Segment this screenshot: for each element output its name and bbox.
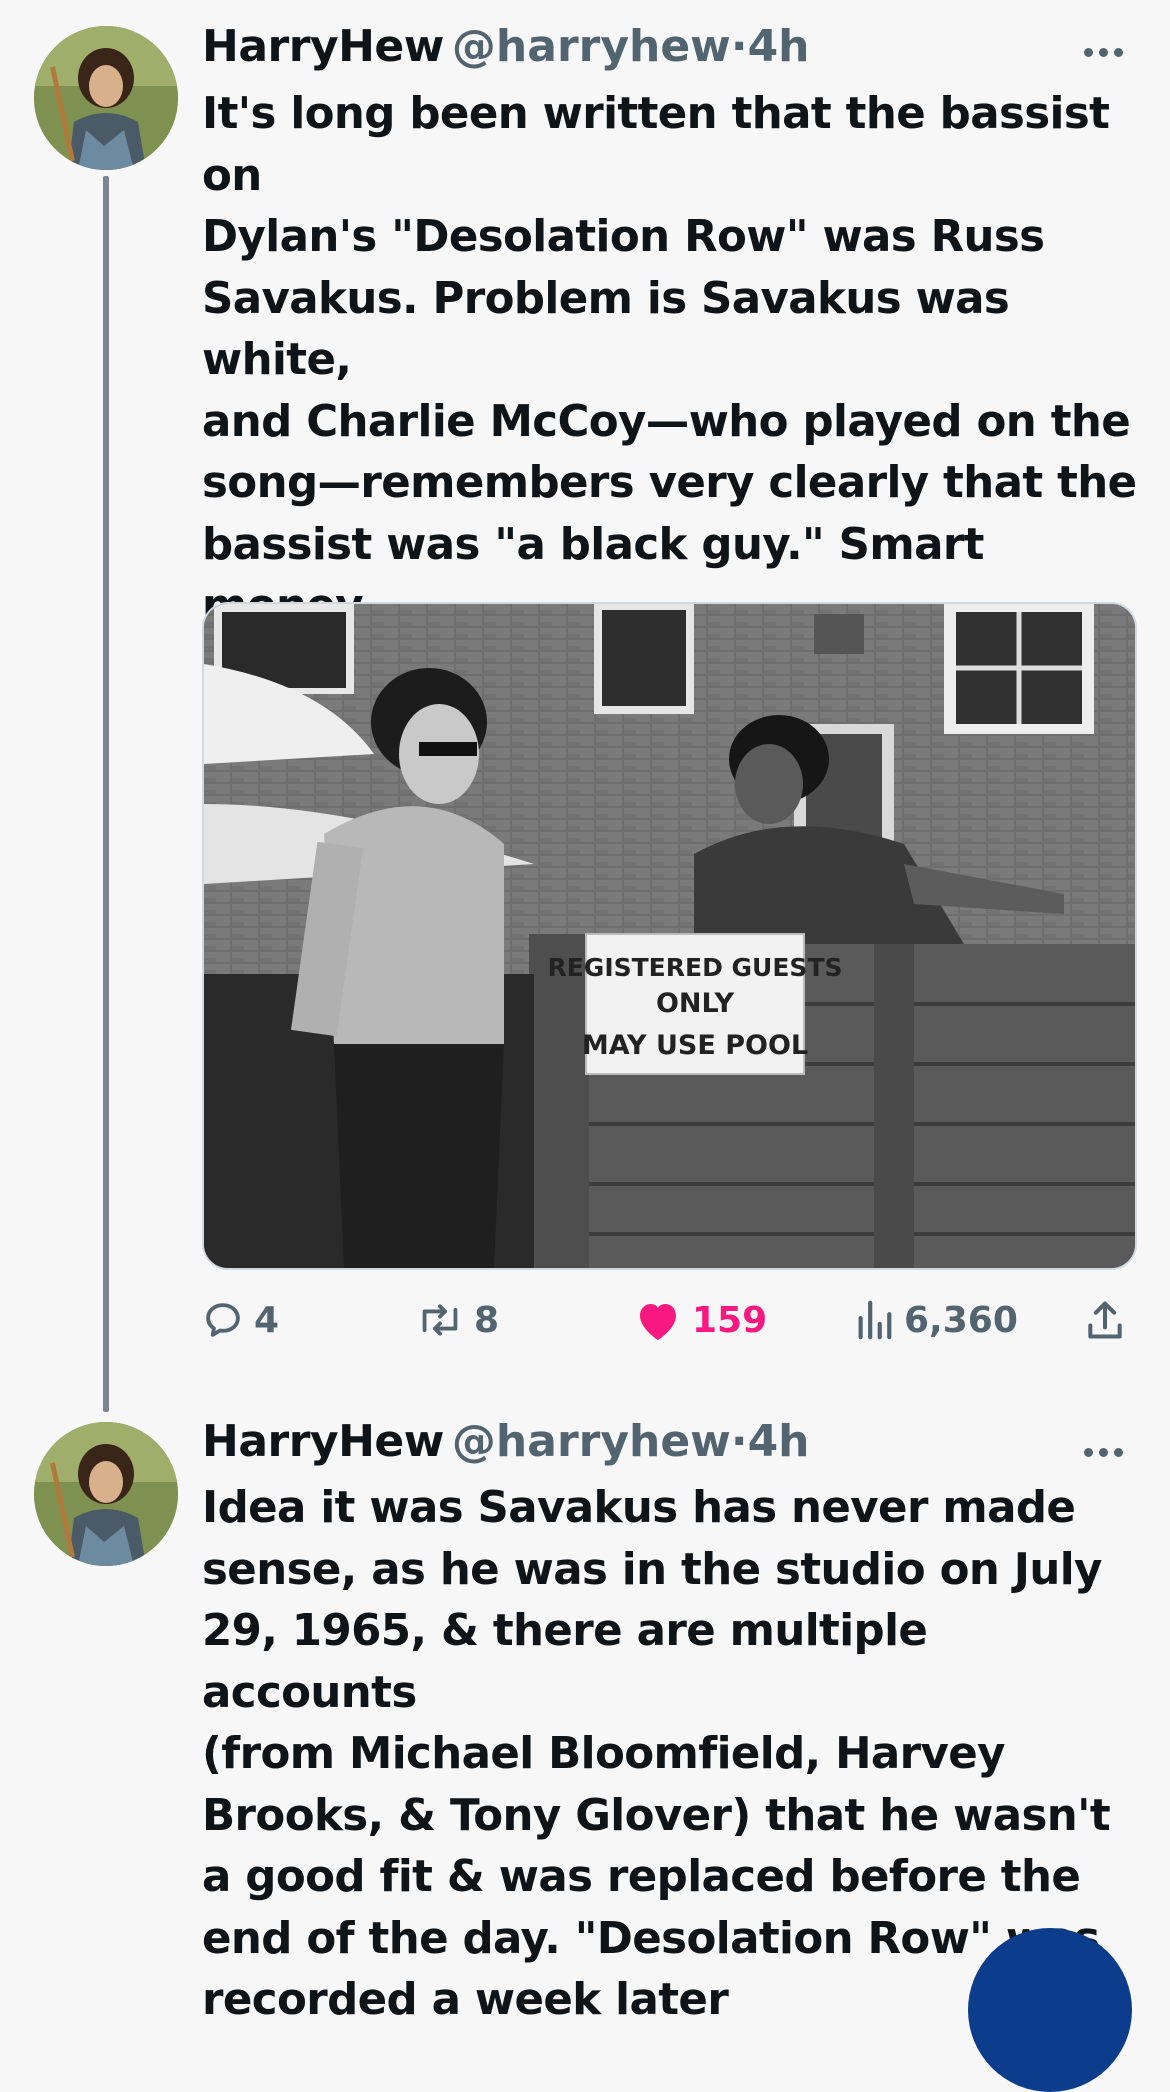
more-options-icon[interactable] [1084, 1442, 1132, 1462]
timestamp[interactable]: 4h [748, 21, 810, 72]
user-handle[interactable]: @harryhew [452, 1416, 731, 1467]
sign-line-3: MAY USE POOL [582, 1030, 808, 1061]
view-count: 6,360 [904, 1299, 1018, 1341]
views-chart-icon [858, 1300, 892, 1340]
share-icon [1088, 1301, 1122, 1339]
photo-image: REGISTERED GUESTS ONLY MAY USE POOL [204, 604, 1135, 1268]
compose-fab-button[interactable] [968, 1928, 1132, 2092]
reply-icon [206, 1303, 240, 1337]
user-handle[interactable]: @harryhew [452, 21, 731, 72]
tweet-2[interactable]: HarryHew @harryhew·4h Idea it was Savakus… [0, 1400, 1170, 2025]
retweet-icon [422, 1304, 458, 1336]
sign-line-2: ONLY [656, 988, 735, 1019]
retweet-count: 8 [474, 1299, 500, 1341]
more-options-icon[interactable] [1084, 42, 1132, 62]
views-button[interactable]: 6,360 [854, 1294, 1018, 1346]
avatar[interactable] [34, 26, 178, 170]
reply-button[interactable]: 4 [202, 1294, 279, 1346]
timestamp[interactable]: 4h [748, 1416, 810, 1467]
sign-line-1: REGISTERED GUESTS [547, 953, 842, 982]
avatar[interactable] [34, 1422, 178, 1566]
separator-dot: · [730, 1416, 748, 1467]
tweet-1[interactable]: HarryHew @harryhew·4h It's long been writ… [0, 0, 1170, 1400]
tweet-header: HarryHew @harryhew·4h [202, 1412, 810, 1472]
separator-dot: · [730, 21, 748, 72]
tweet-header: HarryHew @harryhew·4h [202, 17, 810, 77]
tweet-photo[interactable]: REGISTERED GUESTS ONLY MAY USE POOL [202, 602, 1137, 1270]
display-name[interactable]: HarryHew [202, 1416, 444, 1467]
tweet-actions: 4 8 159 6,360 [202, 1294, 1142, 1346]
retweet-button[interactable]: 8 [416, 1294, 499, 1346]
like-button[interactable]: 159 [634, 1294, 767, 1346]
like-count: 159 [692, 1299, 768, 1341]
heart-filled-icon [640, 1304, 676, 1340]
display-name[interactable]: HarryHew [202, 21, 444, 72]
share-button[interactable] [1084, 1294, 1126, 1346]
reply-count: 4 [254, 1299, 280, 1341]
